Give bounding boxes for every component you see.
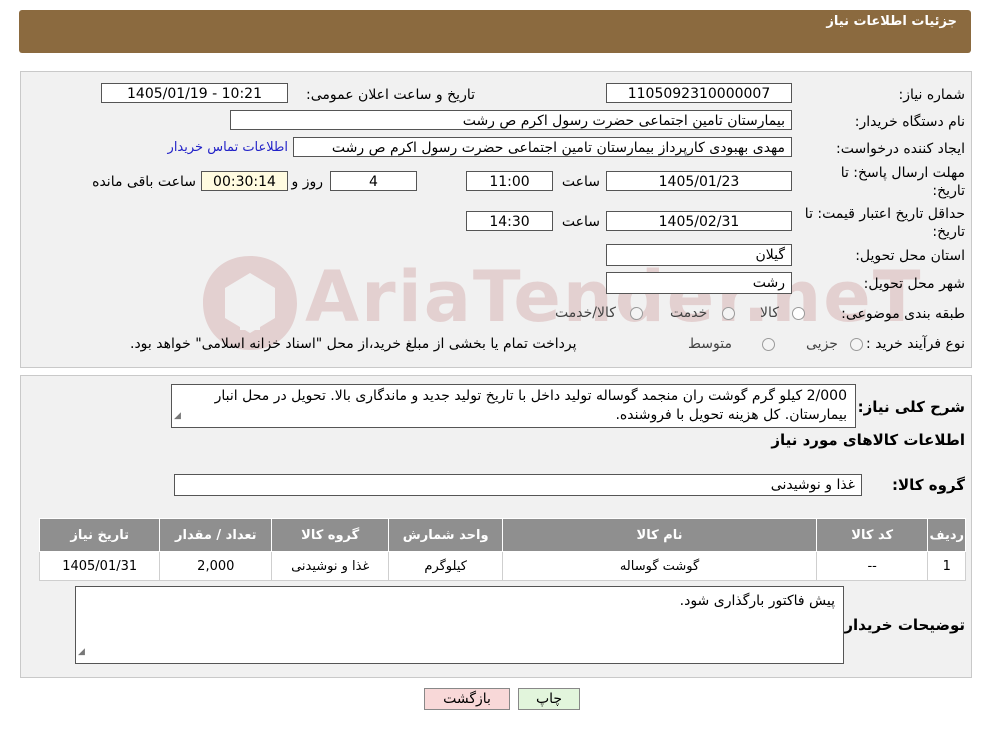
need-number-field: 1105092310000007 [606, 83, 792, 103]
deadline-time-field: 11:00 [466, 171, 553, 191]
remaining-time-field: 00:30:14 [201, 171, 288, 191]
resize-grip-icon[interactable]: ◢ [174, 407, 181, 426]
goods-group-field: غذا و نوشیدنی [174, 474, 862, 496]
deadline-date-field: 1405/01/23 [606, 171, 792, 191]
remaining-label: ساعت باقی مانده [92, 174, 196, 190]
category-service-label: خدمت [670, 305, 708, 321]
city-field: رشت [606, 272, 792, 294]
need-number-label: شماره نیاز: [898, 87, 966, 103]
announce-field: 1405/01/19 - 10:21 [101, 83, 288, 103]
province-field: گیلان [606, 244, 792, 266]
validity-label-2: تاریخ: [932, 224, 965, 240]
days-label: روز و [291, 174, 324, 190]
cell-code: -- [815, 551, 929, 581]
process-minor-radio[interactable] [850, 338, 863, 351]
col-name: نام کالا [502, 518, 817, 552]
table-row: 1 -- گوشت گوساله کیلوگرم غذا و نوشیدنی 2… [38, 551, 966, 581]
col-code: کد کالا [815, 518, 929, 552]
items-section-title: اطلاعات کالاهای مورد نیاز [771, 431, 965, 449]
buyer-notes-label: توضیحات خریدار: [838, 616, 965, 634]
process-minor-label: جزیی [806, 336, 838, 352]
col-quantity: تعداد / مقدار [159, 518, 273, 552]
validity-time-field: 14:30 [466, 211, 553, 231]
creator-label: ایجاد کننده درخواست: [836, 141, 965, 157]
deadline-label: مهلت ارسال پاسخ: تا [840, 165, 965, 181]
category-goods-service-label: کالا/خدمت [555, 305, 616, 321]
validity-date-field: 1405/02/31 [606, 211, 792, 231]
col-unit: واحد شمارش [388, 518, 504, 552]
resize-grip-icon[interactable]: ◢ [78, 642, 85, 662]
process-medium-label: متوسط [688, 336, 732, 352]
buyer-notes-textarea: پیش فاکتور بارگذاری شود. ◢ [75, 586, 844, 664]
items-table: ردیف کد کالا نام کالا واحد شمارش گروه کا… [38, 518, 966, 581]
back-button[interactable]: بازگشت [424, 688, 510, 710]
category-goods-radio[interactable] [792, 307, 805, 320]
days-field: 4 [330, 171, 417, 191]
cell-date: 1405/01/31 [38, 551, 161, 581]
goods-group-label: گروه کالا: [892, 476, 965, 494]
cell-name: گوشت گوساله [502, 551, 817, 581]
validity-time-label: ساعت [561, 214, 600, 230]
city-label: شهر محل تحویل: [863, 276, 965, 292]
watermark-text: AriaTender.neT [305, 256, 923, 338]
cell-row: 1 [927, 551, 966, 581]
province-label: استان محل تحویل: [855, 248, 965, 264]
deadline-label-2: تاریخ: [932, 183, 965, 199]
buyer-contact-link[interactable]: اطلاعات تماس خریدار [168, 140, 288, 155]
cell-group: غذا و نوشیدنی [271, 551, 390, 581]
items-table-header: ردیف کد کالا نام کالا واحد شمارش گروه کا… [38, 518, 966, 552]
announce-label: تاریخ و ساعت اعلان عمومی: [306, 87, 475, 103]
category-service-radio[interactable] [722, 307, 735, 320]
category-goods-label: کالا [760, 305, 779, 321]
buyer-org-label: نام دستگاه خریدار: [854, 114, 965, 130]
col-date: تاریخ نیاز [38, 518, 161, 552]
process-medium-radio[interactable] [762, 338, 775, 351]
process-note: پرداخت تمام یا بخشی از مبلغ خرید،از محل … [130, 336, 577, 352]
col-group: گروه کالا [271, 518, 390, 552]
creator-field: مهدی بهبودی کارپرداز بیمارستان تامین اجت… [293, 137, 792, 157]
page-title: جزئیات اطلاعات نیاز [826, 14, 957, 29]
category-goods-service-radio[interactable] [630, 307, 643, 320]
description-textarea: 2/000 کیلو گرم گوشت ران منجمد گوساله تول… [171, 384, 856, 428]
description-text: 2/000 کیلو گرم گوشت ران منجمد گوساله تول… [214, 388, 847, 423]
col-row: ردیف [927, 518, 966, 552]
process-label: نوع فرآیند خرید : [866, 336, 965, 352]
cell-quantity: 2,000 [159, 551, 273, 581]
print-button[interactable]: چاپ [518, 688, 580, 710]
validity-label: حداقل تاریخ اعتبار قیمت: تا [804, 206, 965, 222]
category-label: طبقه بندی موضوعی: [841, 306, 965, 322]
buyer-org-field: بیمارستان تامین اجتماعی حضرت رسول اکرم ص… [230, 110, 792, 130]
cell-unit: کیلوگرم [388, 551, 504, 581]
buyer-notes-text: پیش فاکتور بارگذاری شود. [679, 593, 835, 609]
deadline-time-label: ساعت [561, 174, 600, 190]
description-label: شرح کلی نیاز: [857, 398, 965, 416]
